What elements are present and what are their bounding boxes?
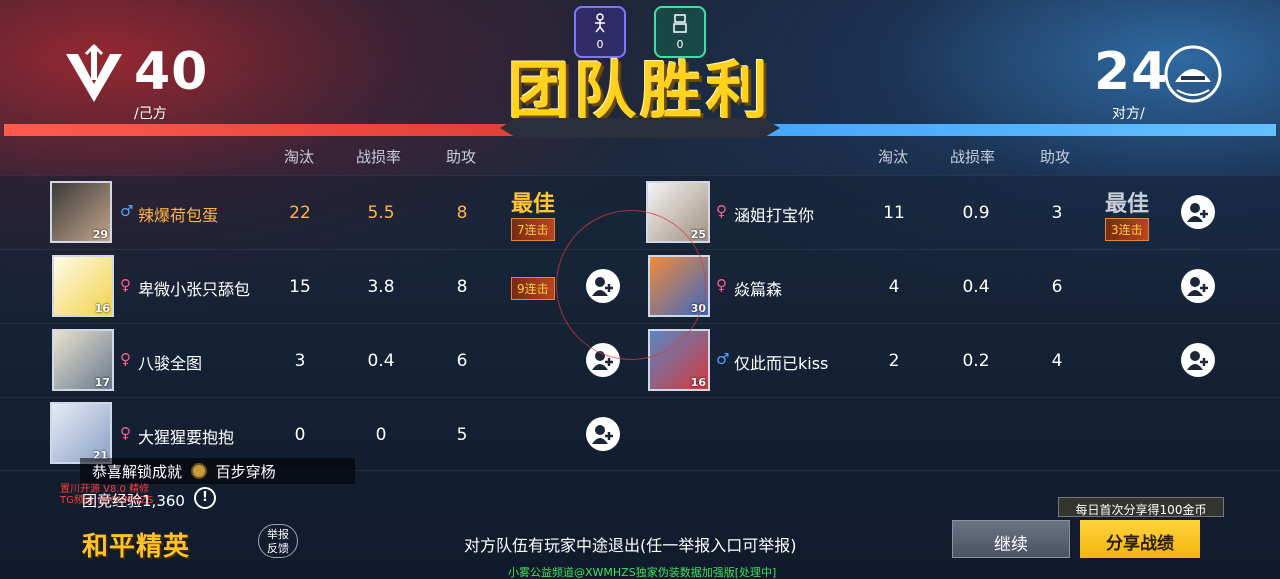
player-name[interactable]: 仅此而已kiss [734, 350, 828, 374]
left-header-kills: 淘汰 [284, 148, 315, 166]
robot-icon [673, 14, 687, 33]
player-level: 29 [92, 228, 108, 241]
game-logo: 和平精英 [82, 532, 191, 562]
medal-icon [190, 463, 207, 479]
avatar[interactable]: 17 [52, 329, 114, 391]
gender-icon: ♀ [120, 350, 131, 368]
best-badge: 最佳 [511, 192, 556, 217]
result-title: 团队胜利 [507, 54, 772, 127]
add-friend-button[interactable] [1181, 343, 1215, 377]
report-label-2: 反馈 [267, 542, 289, 555]
kills: 3 [294, 351, 306, 371]
gender-icon: ♂ [120, 202, 134, 220]
assists: 3 [1051, 203, 1063, 223]
kills: 22 [289, 203, 311, 223]
left-header-damage-rate: 战损率 [356, 148, 402, 166]
add-friend-button[interactable] [586, 417, 620, 451]
exp-value: 1,360 [142, 492, 185, 510]
add-friend-icon [1187, 351, 1208, 370]
table-row: 16 ♀ 卑微小张只舔包 15 3.8 8 9连击 [0, 250, 640, 322]
exp-display: 团竞经验1,360 [82, 490, 185, 511]
add-friend-icon [1187, 277, 1208, 296]
assists: 6 [1051, 277, 1063, 297]
player-name[interactable]: 卑微小张只舔包 [138, 276, 250, 300]
daily-share-tip: 每日首次分享得100金币 [1058, 497, 1224, 517]
exp-label: 团竞经验 [82, 492, 143, 510]
add-friend-icon [592, 425, 613, 444]
damage-rate: 5.5 [367, 203, 395, 223]
right-header-damage-rate: 战损率 [950, 148, 996, 166]
enemy-team-score: 24 [1094, 42, 1169, 102]
achievement-name: 百步穿杨 [215, 463, 276, 481]
player-name[interactable]: 涵姐打宝你 [734, 202, 814, 226]
enemy-team-emblem-icon [1163, 44, 1223, 104]
footer-watermark: 小雾公益频道@XWMHZS独家伪装数据加强版[处理中] [508, 566, 777, 579]
gender-icon: ♀ [120, 424, 131, 442]
player-level: 17 [94, 376, 110, 389]
person-icon [595, 13, 605, 33]
kills: 0 [294, 425, 306, 445]
player-level: 16 [94, 302, 110, 315]
enemy-team-label: 对方/ [1112, 106, 1145, 122]
gender-icon: ♂ [716, 350, 730, 368]
damage-rate: 0.9 [962, 203, 990, 223]
gender-icon: ♀ [716, 276, 727, 294]
avatar[interactable]: 29 [50, 181, 112, 243]
add-friend-icon [1187, 203, 1208, 222]
report-button[interactable]: 举报 反馈 [258, 524, 298, 558]
damage-rate: 0.4 [367, 351, 395, 371]
player-level: 25 [690, 228, 706, 241]
damage-rate: 3.8 [367, 277, 395, 297]
left-header-assists: 助攻 [446, 148, 477, 166]
player-level: 16 [690, 376, 706, 389]
assists: 6 [456, 351, 468, 371]
share-button[interactable]: 分享战绩 [1080, 520, 1200, 558]
achievement-prefix: 恭喜解锁成就 [92, 463, 183, 481]
info-icon[interactable]: ! [194, 487, 216, 509]
add-friend-button[interactable] [1181, 195, 1215, 229]
assists: 8 [456, 277, 468, 297]
player-name[interactable]: 辣爆荷包蛋 [138, 202, 218, 226]
assists: 5 [456, 425, 468, 445]
avatar[interactable]: 21 [50, 402, 112, 464]
right-header-assists: 助攻 [1040, 148, 1071, 166]
kills: 11 [883, 203, 905, 223]
my-team-emblem-icon [64, 43, 124, 106]
streak-badge: 7连击 [511, 218, 555, 241]
player-name[interactable]: 焱篇森 [734, 276, 782, 300]
kills: 2 [888, 351, 900, 371]
my-team-score: 40 [134, 42, 209, 102]
target-circle [556, 210, 706, 360]
damage-rate: 0.4 [962, 277, 990, 297]
table-row: 29 ♂ 辣爆荷包蛋 22 5.5 8 最佳 7连击 [0, 176, 640, 248]
table-row: 25 ♀ 涵姐打宝你 11 0.9 3 最佳 3连击 [640, 176, 1280, 248]
report-label-1: 举报 [267, 528, 289, 541]
gender-icon: ♀ [120, 276, 131, 294]
table-row: 30 ♀ 焱篇森 4 0.4 6 [640, 250, 1280, 322]
assists: 8 [456, 203, 468, 223]
my-team-label: /己方 [134, 106, 167, 122]
streak-badge: 9连击 [511, 277, 555, 300]
damage-rate: 0.2 [962, 351, 990, 371]
kills: 15 [289, 277, 311, 297]
avatar[interactable]: 16 [52, 255, 114, 317]
best-badge: 最佳 [1105, 192, 1150, 217]
player-name[interactable]: 大猩猩要抱抱 [138, 424, 234, 448]
player-name[interactable]: 八骏全图 [138, 350, 202, 374]
table-row: 17 ♀ 八骏全图 3 0.4 6 [0, 324, 640, 396]
streak-badge: 3连击 [1105, 218, 1149, 241]
add-friend-button[interactable] [1181, 269, 1215, 303]
right-header-kills: 淘汰 [878, 148, 909, 166]
center-divider [500, 118, 780, 138]
table-row: 16 ♂ 仅此而已kiss 2 0.2 4 [640, 324, 1280, 396]
gender-icon: ♀ [716, 202, 727, 220]
assists: 4 [1051, 351, 1063, 371]
damage-rate: 0 [375, 425, 387, 445]
kills: 4 [888, 277, 900, 297]
continue-button[interactable]: 继续 [952, 520, 1070, 558]
achievement-banner: 恭喜解锁成就 百步穿杨 [80, 458, 355, 484]
notice-text: 对方队伍有玩家中途退出(任一举报入口可举报) [464, 536, 797, 555]
